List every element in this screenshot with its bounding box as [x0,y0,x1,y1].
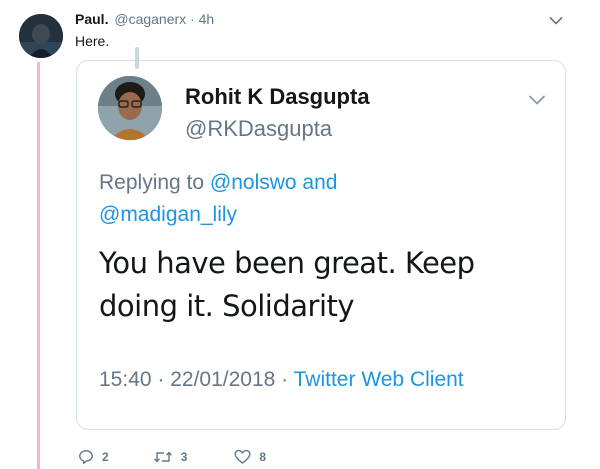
like-count: 8 [259,450,267,464]
reply-button[interactable]: 2 [78,449,109,465]
quoted-date[interactable]: 22/01/2018 [170,368,275,391]
reply-joiner: and [296,171,338,194]
mention-link[interactable]: @nolswo [210,171,297,194]
thread-connector [135,47,139,69]
avatar[interactable] [19,14,63,58]
quoted-author-handle[interactable]: @RKDasgupta [185,116,332,142]
meta-separator: · [186,11,199,27]
quoted-time: 15:40 [99,368,152,391]
replying-prefix: Replying to [99,171,210,194]
mention-link[interactable]: @madigan_lily [99,203,237,226]
date-separator: · [151,368,171,391]
quoted-tweet-text: You have been great. Keep doing it. Soli… [99,246,475,323]
retweet-icon [153,451,172,463]
avatar-image [19,14,63,58]
reply-icon [79,450,93,464]
tweet-time[interactable]: 4h [199,11,215,27]
reply-count: 2 [102,450,109,464]
quoted-author-name[interactable]: Rohit K Dasgupta [185,84,370,110]
tweet-actions: 2 3 8 [78,447,266,467]
tweet-text: Here. [75,33,110,49]
like-button[interactable]: 8 [234,449,266,465]
quoted-tweet-meta: 15:40 · 22/01/2018 · Twitter Web Client [99,368,464,392]
tweet-header: Paul. @caganerx · 4h [75,11,214,27]
replying-to: Replying to @nolswo and @madigan_lily [99,167,429,231]
author-handle[interactable]: @caganerx [114,11,186,27]
quoted-avatar[interactable] [98,76,162,140]
heart-icon [234,449,251,464]
chevron-down-icon[interactable] [528,94,546,106]
client-separator: · [275,368,294,391]
retweet-button[interactable]: 3 [153,449,188,465]
quoted-avatar-image [98,76,162,140]
author-name[interactable]: Paul. [75,11,108,27]
source-client-link[interactable]: Twitter Web Client [294,368,464,391]
chevron-down-icon[interactable] [549,16,563,26]
retweet-count: 3 [180,450,188,464]
thread-line [37,62,40,469]
